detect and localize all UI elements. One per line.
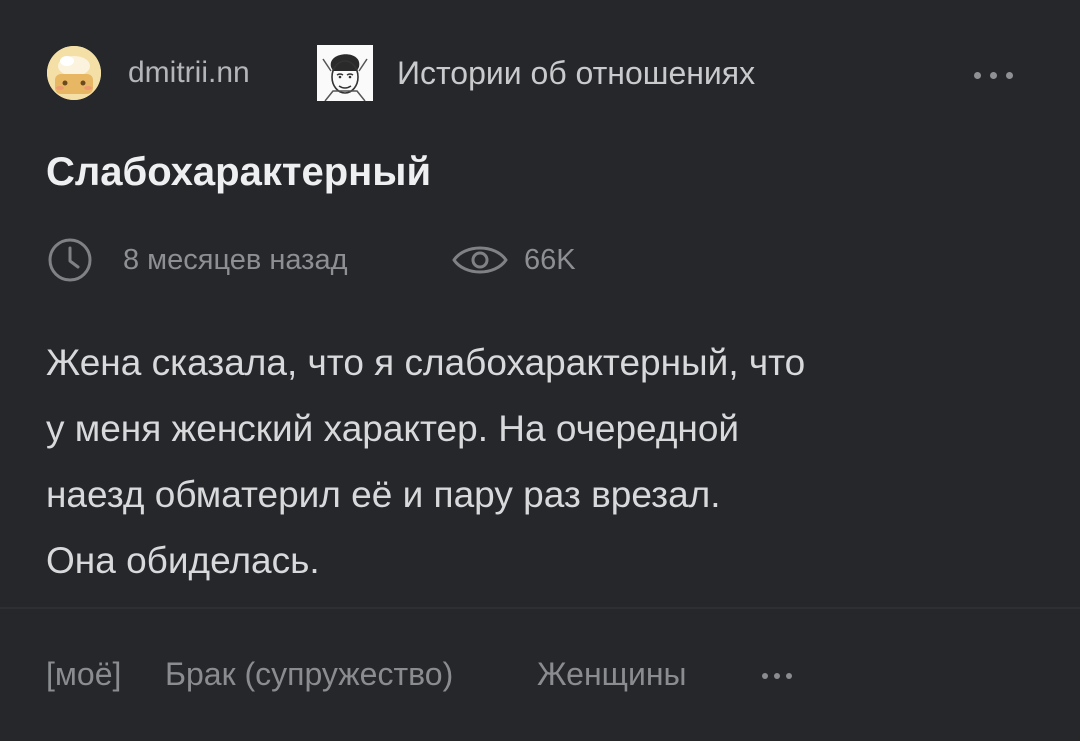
- tag-item[interactable]: Женщины: [537, 656, 687, 693]
- post-meta: 8 месяцев назад 66K: [46, 234, 746, 286]
- view-count: 66K: [524, 244, 576, 276]
- body-line: Жена сказала, что я слабохарактерный, чт…: [46, 342, 806, 383]
- more-options-button[interactable]: [972, 60, 1022, 90]
- tag-item[interactable]: Брак (супружество): [165, 656, 453, 693]
- more-tags-button[interactable]: [762, 669, 802, 685]
- body-line: наезд обматерил её и пару раз врезал.: [46, 474, 721, 515]
- post-body: Жена сказала, что я слабохарактерный, чт…: [46, 330, 1026, 594]
- body-line: у меня женский характер. На очередной: [46, 408, 740, 449]
- post-title[interactable]: Слабохарактерный: [46, 150, 431, 195]
- tag-item[interactable]: [моё]: [46, 656, 121, 693]
- divider: [0, 607, 1080, 609]
- post-time: 8 месяцев назад: [123, 244, 348, 276]
- eye-icon: [452, 246, 508, 274]
- author-name[interactable]: dmitrii.nn: [128, 56, 250, 90]
- post-header: dmitrii.nn Истории об отношениях: [0, 0, 1080, 150]
- author-avatar[interactable]: [47, 46, 101, 100]
- tag-list: [моё] Брак (супружество) Женщины: [46, 656, 946, 700]
- community-name[interactable]: Истории об отношениях: [397, 55, 755, 92]
- body-line: Она обиделась.: [46, 540, 320, 581]
- community-avatar[interactable]: [317, 45, 373, 101]
- clock-icon: [48, 238, 92, 282]
